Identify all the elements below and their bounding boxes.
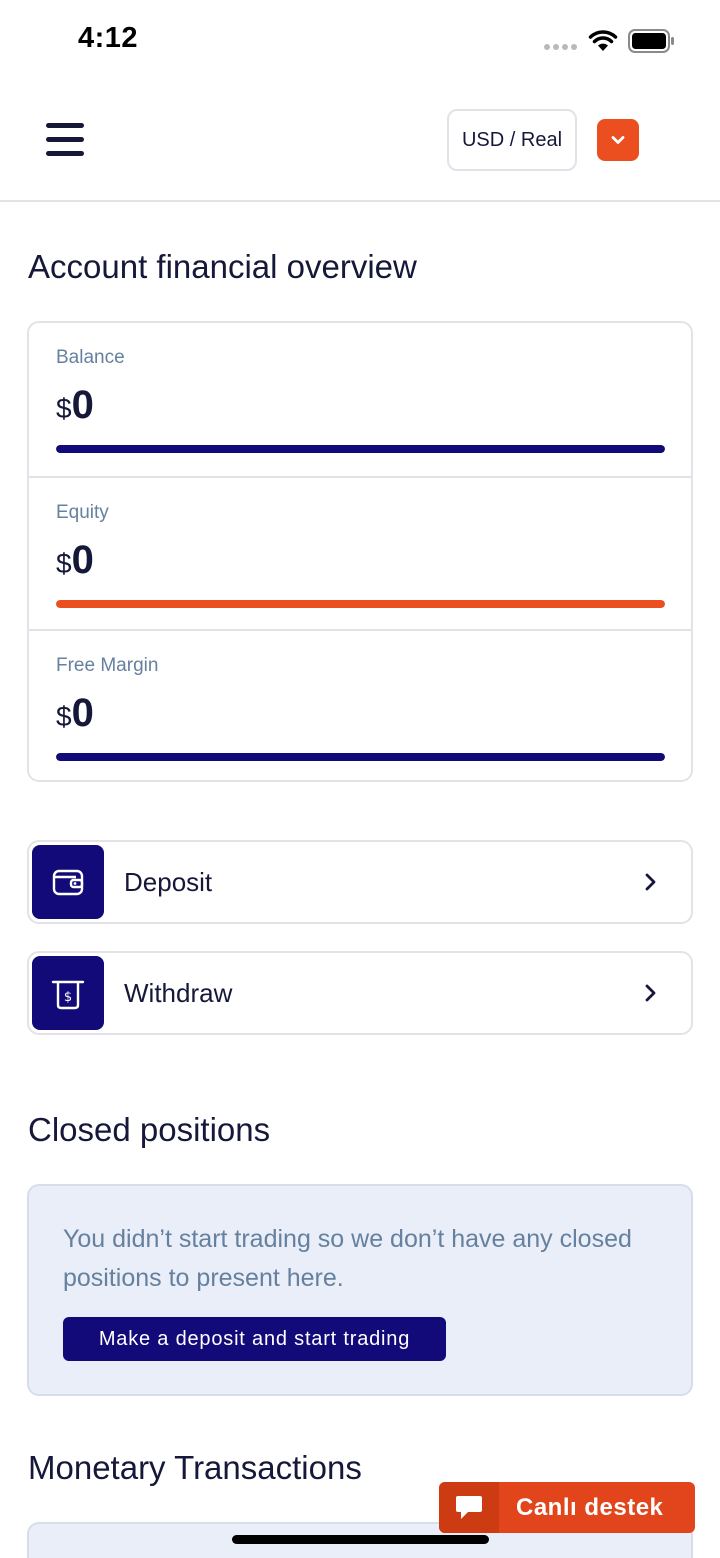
deposit-label: Deposit (124, 867, 213, 897)
account-selector[interactable]: USD / Real (447, 109, 577, 171)
currency-symbol: $ (56, 701, 72, 732)
free-margin-amount: 0 (71, 691, 94, 735)
metric-value: $0 (56, 691, 94, 736)
metric-value: $0 (56, 383, 94, 428)
closed-positions-empty-state: You didn’t start trading so we don’t hav… (27, 1184, 693, 1396)
deposit-button[interactable]: Deposit (27, 840, 693, 924)
home-indicator (232, 1535, 489, 1544)
equity-bar (56, 600, 665, 608)
balance-amount: 0 (71, 383, 94, 427)
svg-text:$: $ (64, 990, 72, 1005)
deposit-icon-box (32, 845, 104, 919)
status-bar: 4:12 (0, 0, 720, 84)
wallet-icon (52, 869, 84, 896)
free-margin-bar-fill (56, 753, 665, 761)
withdraw-icon-box: $ (32, 956, 104, 1030)
hamburger-menu-icon[interactable] (46, 123, 84, 157)
metric-label: Equity (56, 502, 109, 523)
free-margin-metric: Free Margin $0 (29, 629, 691, 780)
live-support-label: Canlı destek (516, 1494, 664, 1521)
metric-label: Balance (56, 347, 125, 368)
chevron-right-icon (645, 873, 656, 891)
cash-withdraw-icon: $ (51, 980, 85, 1010)
equity-amount: 0 (71, 538, 94, 582)
currency-symbol: $ (56, 548, 72, 579)
withdraw-label: Withdraw (124, 978, 233, 1008)
withdraw-button[interactable]: $ Withdraw (27, 951, 693, 1035)
battery-icon (628, 29, 674, 53)
equity-bar-fill (56, 600, 665, 608)
top-header: USD / Real (0, 84, 720, 202)
currency-symbol: $ (56, 393, 72, 424)
support-icon-box (439, 1482, 499, 1533)
wifi-icon (588, 30, 618, 51)
deposit-and-trade-button[interactable]: Make a deposit and start trading (63, 1317, 446, 1361)
balance-metric: Balance $0 (29, 323, 691, 476)
equity-metric: Equity $0 (29, 476, 691, 629)
metric-value: $0 (56, 538, 94, 583)
financial-overview-card: Balance $0 Equity $0 Free Margin $0 (27, 321, 693, 782)
live-support-button[interactable]: Canlı destek (439, 1482, 695, 1533)
account-dropdown-button[interactable] (597, 119, 639, 161)
chevron-right-icon (645, 984, 656, 1002)
monetary-transactions-title: Monetary Transactions (28, 1449, 362, 1486)
chat-bubble-icon (456, 1495, 482, 1519)
closed-positions-title: Closed positions (28, 1111, 271, 1148)
empty-state-message: You didn’t start trading so we don’t hav… (63, 1225, 632, 1292)
balance-bar (56, 445, 665, 453)
free-margin-bar (56, 753, 665, 761)
overview-title: Account financial overview (28, 248, 417, 285)
balance-bar-fill (56, 445, 665, 453)
cellular-signal-icon (544, 44, 577, 50)
status-time: 4:12 (78, 22, 139, 54)
chevron-down-icon (611, 136, 625, 144)
metric-label: Free Margin (56, 655, 159, 676)
